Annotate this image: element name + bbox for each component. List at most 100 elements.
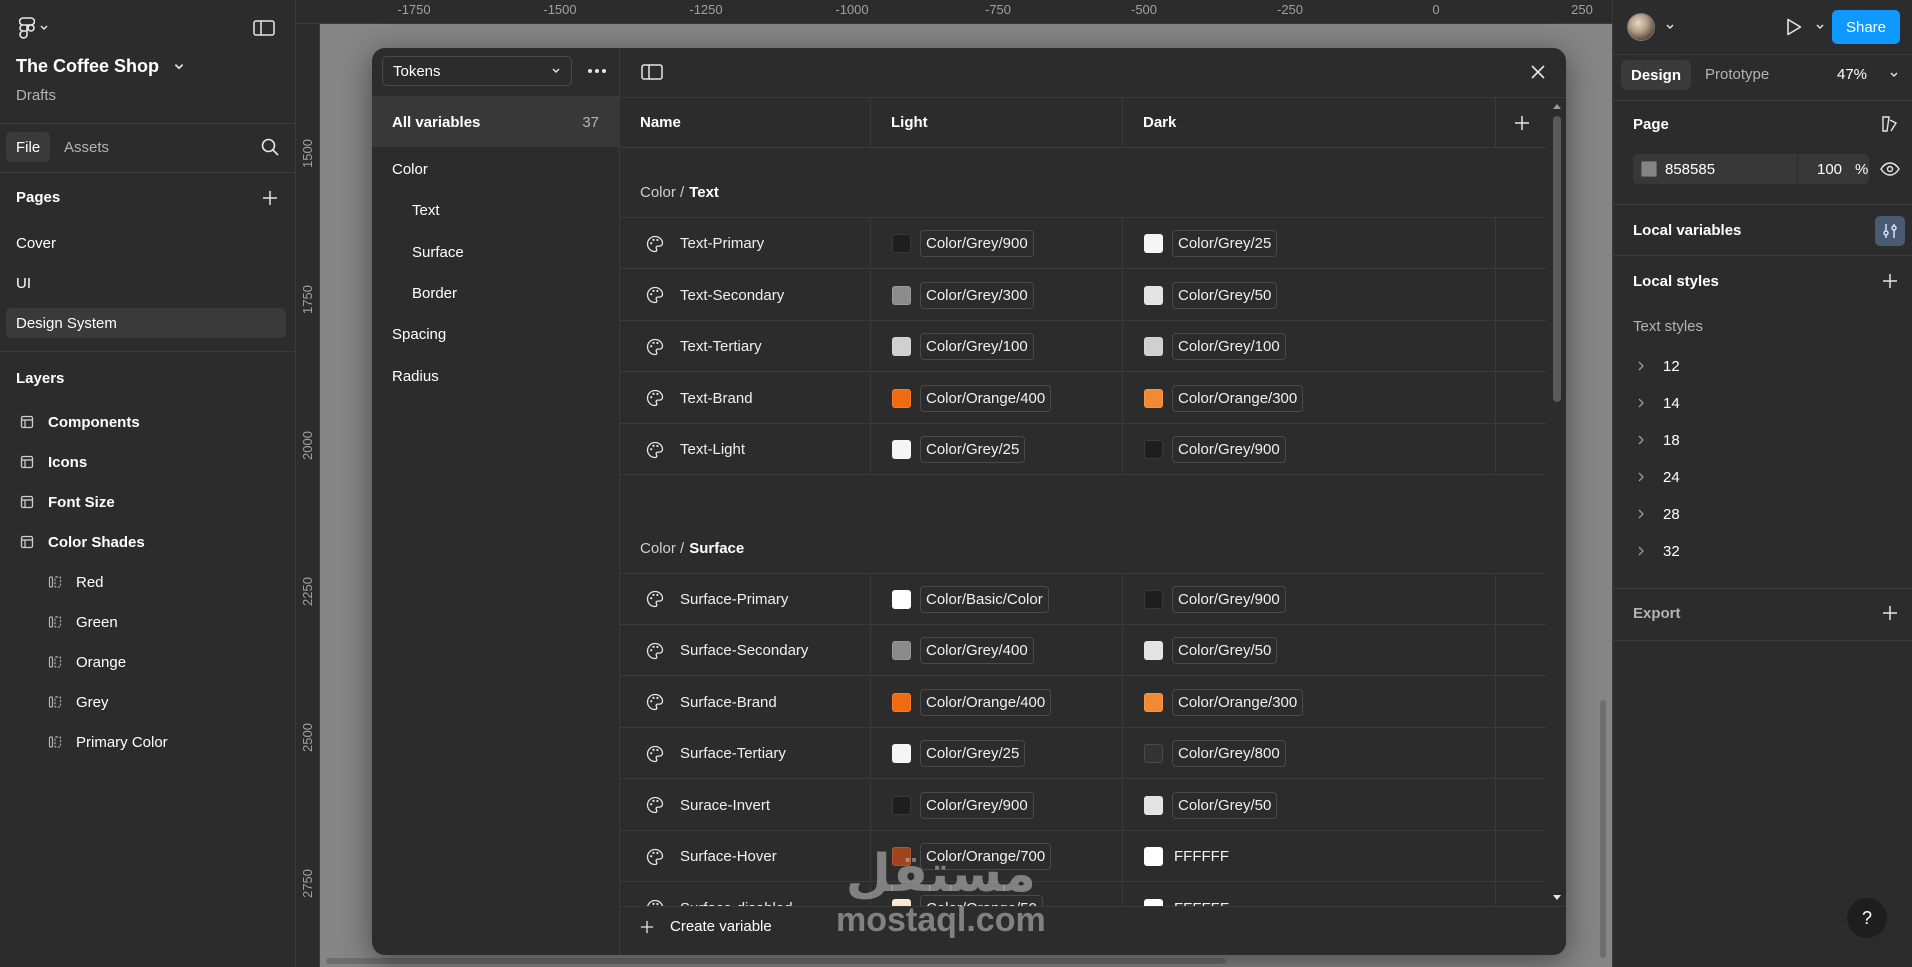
dark-value[interactable]: FFFFFF [1172,848,1229,865]
dark-value-cell[interactable]: Color/Grey/25 [1123,218,1496,269]
variable-row[interactable]: Text-Tertiary Color/Grey/100 Color/Grey/10… [620,321,1547,372]
more-options-button[interactable] [584,58,610,84]
tab-assets[interactable]: Assets [64,139,109,156]
light-swatch[interactable] [892,641,911,660]
light-value-alias[interactable]: Color/Grey/25 [920,740,1026,767]
light-value-alias[interactable]: Color/Grey/400 [920,637,1034,664]
light-swatch[interactable] [892,898,911,906]
light-swatch[interactable] [892,337,911,356]
variable-name-cell[interactable]: Text-Light [620,424,871,475]
toggle-groups-panel-button[interactable] [640,60,664,84]
canvas-scrollbar-horizontal[interactable] [326,958,1226,964]
layer-item[interactable]: Icons [20,444,87,480]
page-color-swatch[interactable] [1641,161,1657,177]
column-header-light[interactable]: Light [871,98,1123,148]
light-value-alias[interactable]: Color/Orange/700 [920,843,1052,870]
light-swatch[interactable] [892,847,911,866]
dark-value-cell[interactable]: Color/Grey/50 [1123,269,1496,321]
text-style-item[interactable]: 32 [1637,536,1680,566]
variable-name-cell[interactable]: Text-Brand [620,372,871,424]
light-value-cell[interactable]: Color/Grey/300 [871,269,1123,321]
light-value-alias[interactable]: Color/Basic/Color [920,585,1049,613]
dark-value-alias[interactable]: Color/Grey/100 [1172,333,1286,360]
variable-row[interactable]: Surface-Primary Color/Basic/Color Color/Gr… [620,573,1547,625]
dark-value-alias[interactable]: Color/Orange/300 [1172,688,1304,716]
dark-value-alias[interactable]: Color/Grey/50 [1172,637,1278,664]
light-value-cell[interactable]: Color/Orange/50 [871,882,1123,906]
present-button[interactable] [1781,14,1807,40]
canvas[interactable]: -1750 -1500 -1250 -1000 -750 -500 -250 0 250 150… [296,0,1612,967]
dark-swatch[interactable] [1144,898,1163,906]
text-style-item[interactable]: 14 [1637,388,1680,418]
dark-swatch[interactable] [1144,692,1163,712]
open-variables-button[interactable] [1875,216,1905,246]
light-value-cell[interactable]: Color/Grey/400 [871,625,1123,676]
dark-swatch[interactable] [1144,589,1163,609]
variable-row[interactable]: Surface-Hover Color/Orange/700 FFFFFF [620,831,1547,882]
dark-swatch[interactable] [1144,440,1163,459]
share-button[interactable]: Share [1832,10,1900,44]
variable-row[interactable]: Text-Secondary Color/Grey/300 Color/Grey/5… [620,269,1547,321]
light-value-alias[interactable]: Color/Orange/400 [920,384,1052,412]
sublayer-item[interactable]: Red [48,564,104,600]
page-variables-button[interactable] [1877,112,1901,136]
light-value-alias[interactable]: Color/Grey/900 [920,791,1034,819]
dark-value-alias[interactable]: Color/Orange/300 [1172,384,1304,412]
variable-name-cell[interactable]: Surface-Hover [620,831,871,882]
add-style-button[interactable] [1879,270,1901,292]
variable-row[interactable]: Surface-disabled Color/Orange/50 FFFFFF [620,882,1547,906]
light-value-cell[interactable]: Color/Grey/100 [871,321,1123,372]
light-value-cell[interactable]: Color/Orange/700 [871,831,1123,882]
light-value-alias[interactable]: Color/Orange/400 [920,688,1052,716]
layer-item[interactable]: Components [20,404,140,440]
sublayer-item[interactable]: Green [48,604,118,640]
dark-value-cell[interactable]: FFFFFF [1123,831,1496,882]
light-value-alias[interactable]: Color/Grey/300 [920,281,1034,309]
variable-name-cell[interactable]: Surace-Invert [620,779,871,831]
dark-swatch[interactable] [1144,641,1163,660]
layer-item[interactable]: Color Shades [20,524,145,560]
toggle-visibility-button[interactable] [1879,158,1901,180]
dark-swatch[interactable] [1144,744,1163,763]
create-variable-button[interactable]: Create variable [640,918,772,935]
variable-name-cell[interactable]: Text-Tertiary [620,321,871,372]
variable-row[interactable]: Text-Brand Color/Orange/400 Color/Orange/3… [620,372,1547,424]
column-header-dark[interactable]: Dark [1123,98,1496,148]
variable-name-cell[interactable]: Text-Secondary [620,269,871,321]
dark-value-alias[interactable]: Color/Grey/900 [1172,585,1286,613]
text-style-item[interactable]: 28 [1637,499,1680,529]
dark-value-alias[interactable]: Color/Grey/50 [1172,791,1278,819]
variable-row[interactable]: Surface-Secondary Color/Grey/400 Color/Gre… [620,625,1547,676]
group-item[interactable]: Text [412,202,440,219]
close-modal-button[interactable] [1526,60,1550,84]
text-style-item[interactable]: 18 [1637,425,1680,455]
page-opacity-value[interactable]: 100 [1817,161,1842,178]
light-value-alias[interactable]: Color/Grey/100 [920,333,1034,360]
variable-name-cell[interactable]: Surface-Tertiary [620,728,871,779]
variable-name-cell[interactable]: Surface-Brand [620,676,871,728]
light-value-alias[interactable]: Color/Grey/25 [920,436,1026,463]
table-scrollbar[interactable] [1550,100,1564,906]
add-page-button[interactable] [258,186,282,210]
light-value-cell[interactable]: Color/Grey/900 [871,218,1123,269]
group-item[interactable]: Border [412,285,457,302]
add-mode-button[interactable] [1496,98,1547,148]
light-swatch[interactable] [892,285,911,305]
variable-row[interactable]: Surface-Tertiary Color/Grey/25 Color/Grey/… [620,728,1547,779]
dark-value-cell[interactable]: Color/Grey/100 [1123,321,1496,372]
variable-name-cell[interactable]: Surface-Secondary [620,625,871,676]
all-variables-item[interactable]: All variables 37 [372,97,619,147]
light-swatch[interactable] [892,234,911,253]
main-menu-button[interactable] [16,16,52,40]
dark-value-alias[interactable]: Color/Grey/900 [1172,436,1286,463]
variable-name-cell[interactable]: Surface-Primary [620,573,871,625]
tab-file[interactable]: File [6,132,51,162]
text-style-item[interactable]: 12 [1637,351,1680,381]
dark-swatch[interactable] [1144,285,1163,305]
table-scrollbar-thumb[interactable] [1553,116,1561,402]
variable-name-cell[interactable]: Surface-disabled [620,882,871,906]
dark-value-alias[interactable]: Color/Grey/800 [1172,740,1286,767]
sublayer-item[interactable]: Grey [48,684,109,720]
sublayer-item[interactable]: Primary Color [48,724,168,760]
user-menu[interactable] [1627,12,1661,42]
